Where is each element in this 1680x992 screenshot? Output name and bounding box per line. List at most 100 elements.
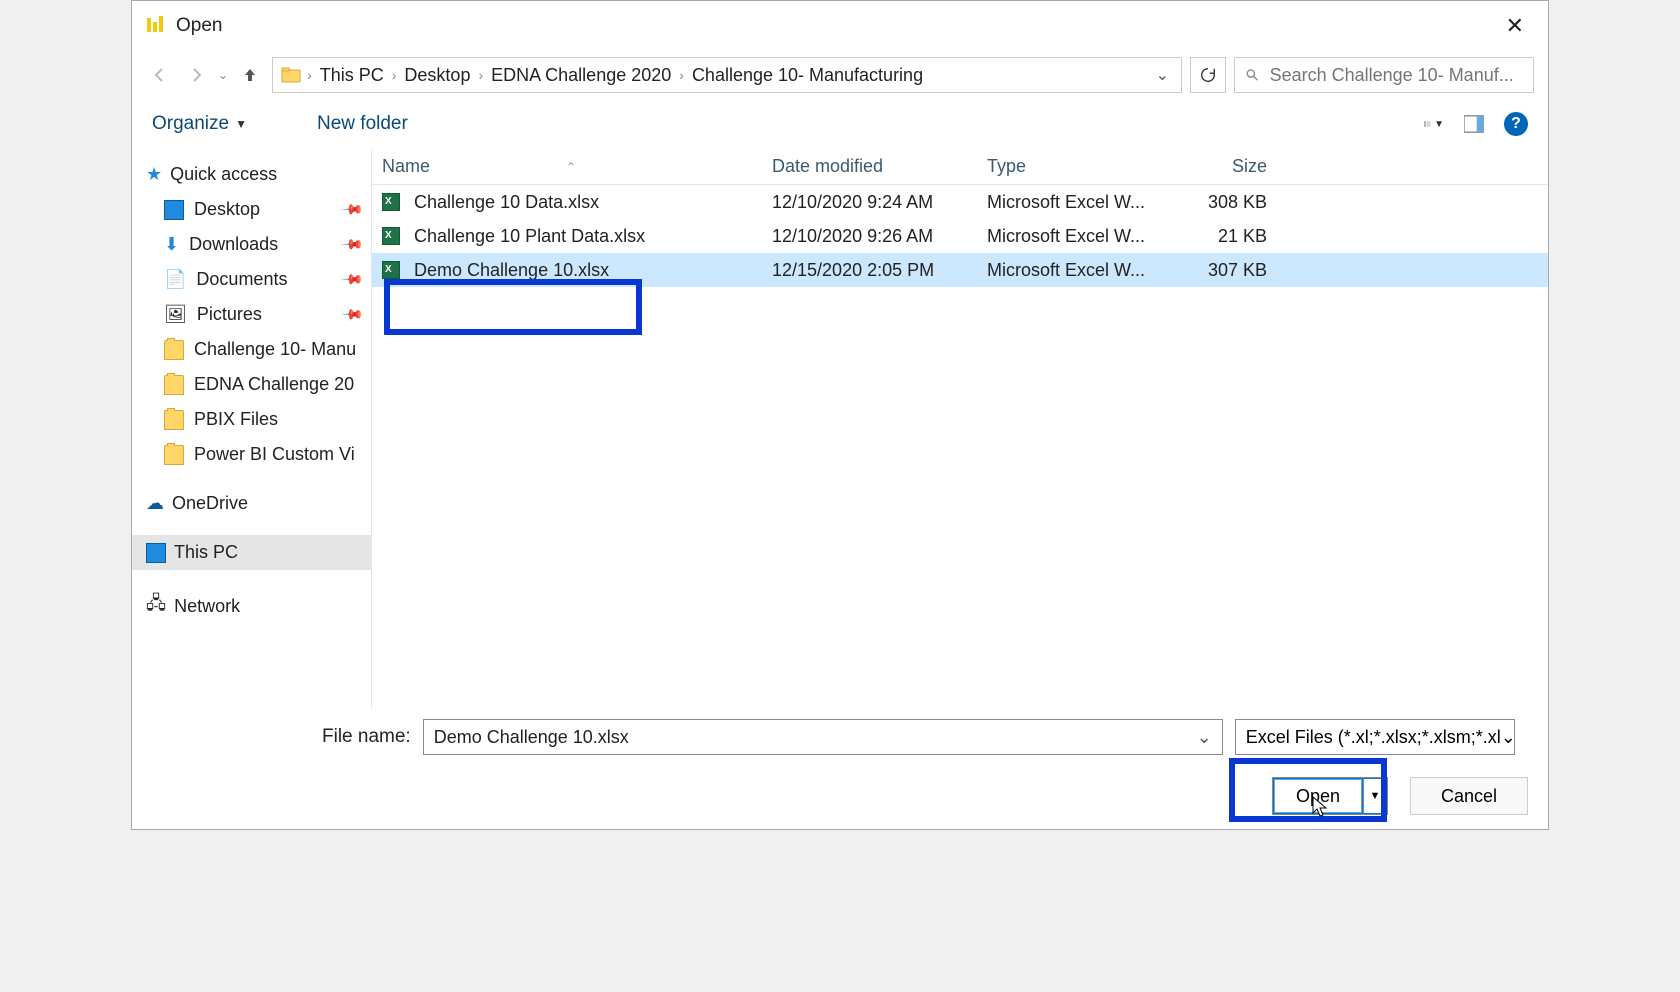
file-name: Challenge 10 Plant Data.xlsx [414,226,645,247]
folder-icon [164,445,184,465]
excel-icon [382,193,400,211]
refresh-button[interactable] [1190,57,1226,93]
folder-icon [164,340,184,360]
col-header-size[interactable]: Size [1157,156,1277,177]
sidebar-label: Desktop [194,199,260,220]
dialog-buttons: Open ▼ Cancel [1272,777,1528,815]
up-button[interactable] [236,61,264,89]
sidebar-item-folder[interactable]: Challenge 10- Manu [132,332,371,367]
file-date: 12/10/2020 9:24 AM [762,192,977,213]
bc-sep-icon: › [677,67,686,83]
breadcrumb-item[interactable]: Challenge 10- Manufacturing [686,65,929,86]
file-row[interactable]: Challenge 10 Plant Data.xlsx 12/10/2020 … [372,219,1548,253]
col-header-name[interactable]: Name⌃ [372,156,762,177]
pin-icon: 📌 [340,267,364,291]
network-icon: 🖧 [146,591,166,621]
documents-icon: 📄 [164,269,186,290]
sidebar-item-onedrive[interactable]: ☁ OneDrive [132,486,371,521]
pin-icon: 📌 [340,197,364,221]
file-date: 12/15/2020 2:05 PM [762,260,977,281]
filter-dropdown-icon: ⌄ [1501,727,1515,748]
organize-button[interactable]: Organize▼ [152,113,247,135]
col-header-date[interactable]: Date modified [762,156,977,177]
file-type-filter[interactable]: Excel Files (*.xl;*.xlsx;*.xlsm;*.xl ⌄ [1235,719,1515,755]
sidebar-label: Power BI Custom Vi [194,444,355,465]
app-icon [144,14,168,38]
sidebar-item-documents[interactable]: 📄 Documents 📌 [132,262,371,297]
sidebar-label: Documents [196,269,287,290]
file-name: Challenge 10 Data.xlsx [414,192,599,213]
sidebar-item-network[interactable]: 🖧 Network [132,584,371,628]
view-options-button[interactable]: ▼ [1424,114,1444,134]
file-date: 12/10/2020 9:26 AM [762,226,977,247]
pin-icon: 📌 [340,302,364,326]
search-input[interactable] [1270,65,1523,86]
file-size: 21 KB [1157,226,1277,247]
open-file-dialog: Open ✕ ⌄ › This PC › Desktop › EDNA Chal… [131,0,1549,830]
search-icon [1245,67,1260,83]
filename-row: File name: Demo Challenge 10.xlsx ⌄ Exce… [132,715,1548,759]
forward-button[interactable] [182,61,210,89]
new-folder-button[interactable]: New folder [317,113,408,135]
quick-access-group[interactable]: ★ Quick access [132,157,371,192]
sidebar-label: Challenge 10- Manu [194,339,356,360]
address-dropdown[interactable]: ⌄ [1152,65,1173,85]
breadcrumb-item[interactable]: Desktop [398,65,476,86]
file-size: 307 KB [1157,260,1277,281]
recent-locations-dropdown[interactable]: ⌄ [218,68,228,82]
folder-icon [281,65,301,85]
file-row-selected[interactable]: Demo Challenge 10.xlsx 12/15/2020 2:05 P… [372,253,1548,287]
monitor-icon [146,543,166,563]
content-area: ★ Quick access Desktop 📌 ⬇ Downloads 📌 📄… [132,149,1548,709]
sidebar-label: OneDrive [172,493,248,514]
download-icon: ⬇ [164,234,179,255]
file-row[interactable]: Challenge 10 Data.xlsx 12/10/2020 9:24 A… [372,185,1548,219]
sidebar-label: PBIX Files [194,409,278,430]
file-type: Microsoft Excel W... [977,260,1157,281]
navigation-pane: ★ Quick access Desktop 📌 ⬇ Downloads 📌 📄… [132,149,372,709]
file-type: Microsoft Excel W... [977,226,1157,247]
preview-pane-button[interactable] [1464,114,1484,134]
filter-text: Excel Files (*.xl;*.xlsx;*.xlsm;*.xl [1246,727,1501,748]
cancel-button[interactable]: Cancel [1410,777,1528,815]
open-button[interactable]: Open [1273,778,1363,814]
sidebar-item-folder[interactable]: PBIX Files [132,402,371,437]
file-type: Microsoft Excel W... [977,192,1157,213]
filename-dropdown-icon[interactable]: ⌄ [1197,727,1212,748]
toolbar: Organize▼ New folder ▼ ? [132,99,1548,149]
sidebar-label: This PC [174,542,238,563]
sidebar-label: EDNA Challenge 20 [194,374,354,395]
search-box[interactable] [1234,57,1534,93]
sidebar-label: Pictures [197,304,262,325]
bc-sep-icon: › [390,67,399,83]
filename-label: File name: [322,726,411,748]
sidebar-item-pictures[interactable]: 🖼 Pictures 📌 [132,297,371,332]
window-title: Open [176,15,222,37]
help-button[interactable]: ? [1504,112,1528,136]
quick-access-label: Quick access [170,164,277,185]
close-button[interactable]: ✕ [1494,7,1536,45]
folder-icon [164,410,184,430]
cloud-icon: ☁ [146,493,164,514]
sidebar-label: Downloads [189,234,278,255]
desktop-icon [164,200,184,220]
excel-icon [382,261,400,279]
sidebar-item-downloads[interactable]: ⬇ Downloads 📌 [132,227,371,262]
pictures-icon: 🖼 [164,304,187,325]
breadcrumb-item[interactable]: This PC [314,65,390,86]
sidebar-item-folder[interactable]: EDNA Challenge 20 [132,367,371,402]
breadcrumb-item[interactable]: EDNA Challenge 2020 [485,65,677,86]
filename-input[interactable]: Demo Challenge 10.xlsx ⌄ [423,719,1223,755]
address-bar[interactable]: › This PC › Desktop › EDNA Challenge 202… [272,57,1182,93]
back-button[interactable] [146,61,174,89]
pin-icon: 📌 [340,232,364,256]
col-header-type[interactable]: Type [977,156,1157,177]
sidebar-item-folder[interactable]: Power BI Custom Vi [132,437,371,472]
column-headers: Name⌃ Date modified Type Size [372,149,1548,185]
star-icon: ★ [146,164,162,185]
file-name: Demo Challenge 10.xlsx [414,260,609,281]
open-dropdown[interactable]: ▼ [1363,778,1387,814]
sidebar-item-thispc[interactable]: This PC [132,535,371,570]
sidebar-item-desktop[interactable]: Desktop 📌 [132,192,371,227]
bc-sep-icon: › [305,67,314,83]
